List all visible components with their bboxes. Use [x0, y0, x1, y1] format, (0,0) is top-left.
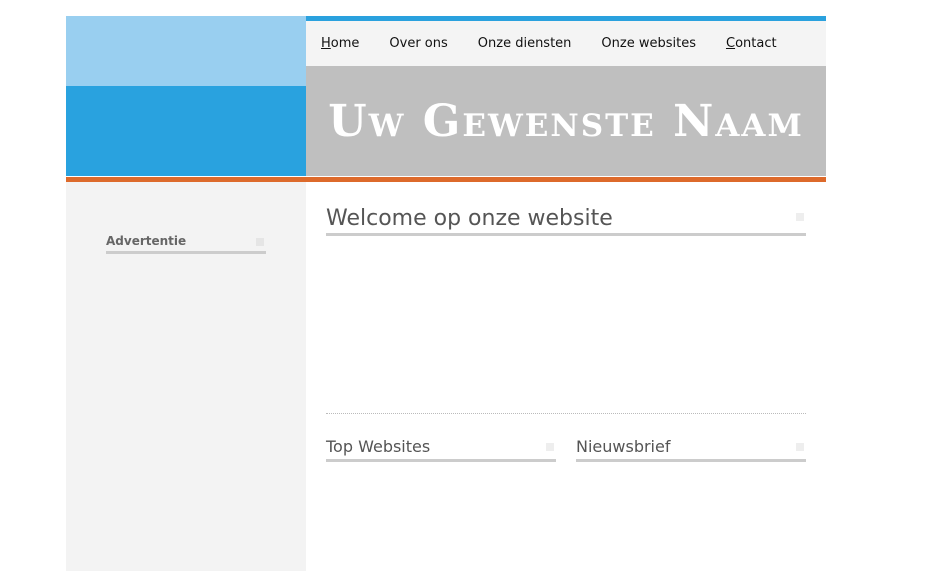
nieuwsbrief-heading-label: Nieuwsbrief: [576, 437, 671, 456]
nav-item-onze-diensten[interactable]: Onze diensten: [478, 36, 572, 51]
nieuwsbrief-heading: Nieuwsbrief: [576, 436, 806, 462]
header-block-dark: [66, 86, 306, 176]
nav-item-onze-websites[interactable]: Onze websites: [601, 36, 696, 51]
top-websites-heading: Top Websites: [326, 436, 556, 462]
nav-item-home[interactable]: Home: [321, 36, 359, 51]
content-separator: [326, 413, 806, 414]
banner: Uw Gewenste Naam: [306, 66, 826, 176]
main-nav: Home Over ons Onze diensten Onze website…: [306, 21, 826, 66]
advertentie-heading-label: Advertentie: [106, 234, 187, 248]
nav-item-contact[interactable]: Contact: [726, 36, 777, 51]
advertentie-heading: Advertentie: [106, 234, 266, 254]
plus-grid-icon: [796, 443, 804, 451]
plus-grid-icon: [256, 238, 264, 246]
plus-grid-icon: [796, 213, 804, 221]
site-title: Uw Gewenste Naam: [328, 95, 804, 147]
plus-grid-icon: [546, 443, 554, 451]
welcome-heading-label: Welcome op onze website: [326, 206, 613, 231]
welcome-heading: Welcome op onze website: [326, 202, 806, 236]
page-wrapper: Home Over ons Onze diensten Onze website…: [66, 16, 826, 571]
header-block-light: [66, 16, 306, 86]
nav-item-over-ons[interactable]: Over ons: [389, 36, 447, 51]
top-websites-heading-label: Top Websites: [326, 437, 431, 456]
